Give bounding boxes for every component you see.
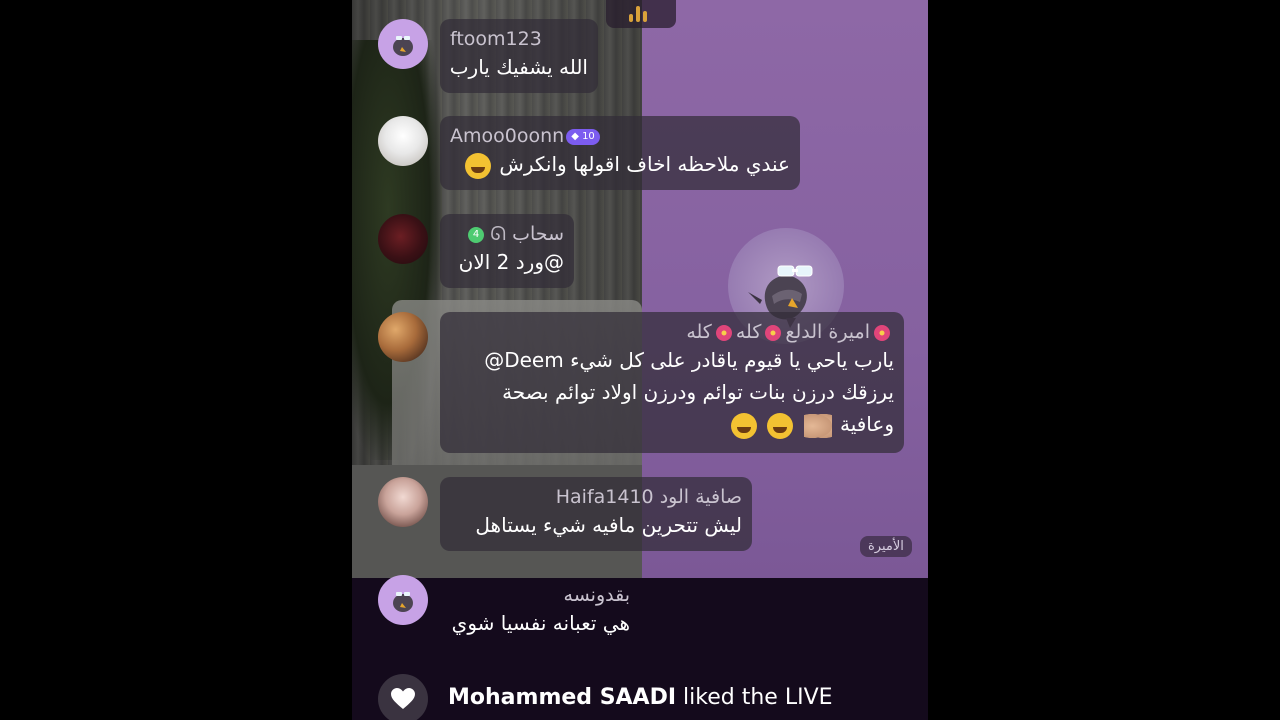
comment-bubble: صافية الود Haifa1410 ليش تتحرين مافيه شي… [440,477,752,551]
like-text-row: Mohammed SAADI liked the LIVE [448,685,833,710]
comment-message-line: يارب ياحي يا قيوم ياقادر على كل شيء Deem… [484,348,894,372]
comment-username-row: صافية الود Haifa1410 [450,485,742,509]
grinning-face-emoji-icon [730,412,757,439]
sound-bars-icon [629,6,653,22]
level-number: 10 [582,130,595,142]
praying-hands-icon [803,413,832,438]
comment-message: عندي ملاحظه اخاف اقولها وانكرش [499,152,790,176]
comment-message: ليش تتحرين مافيه شيء يستاهل [475,513,742,537]
comment-message: هي تعبانه نفسيا شوي [451,611,630,635]
avatar[interactable] [378,116,428,166]
avatar[interactable] [378,477,428,527]
comment-username-part[interactable]: اميرة الدلع [785,321,870,343]
comment-message-row: عندي ملاحظه اخاف اقولها وانكرش [450,148,790,180]
avatar[interactable] [378,312,428,362]
comment-username-suffix: صافية الود [659,486,742,508]
comment-username[interactable]: بقدونسه [450,583,630,607]
comment-username-row: سحاب ᘏ 4 [450,222,564,246]
comment-message: @ورد 2 الان [458,250,564,274]
comment-username-part[interactable]: كله [736,321,762,343]
comment-bubble: بقدونسه هي تعبانه نفسيا شوي [440,575,640,649]
comment-username[interactable]: سحاب [512,223,564,245]
hibiscus-icon [765,324,782,341]
swan-icon: ᘏ [490,223,507,245]
hibiscus-icon [715,324,732,341]
comment-username-part[interactable]: كله [686,321,712,343]
level-badge: ◆ 10 [566,128,600,145]
comment-bubble: ftoom123 الله يشفيك يارب [440,19,598,93]
eagle-avatar-icon [393,592,413,612]
sweat-smile-emoji-icon [465,152,492,179]
comment-username[interactable]: Amoo0oonn [450,125,564,147]
avatar[interactable] [378,214,428,264]
avatar[interactable] [378,575,428,625]
audio-indicator[interactable] [606,0,676,28]
eagle-avatar-icon [393,36,413,56]
level-badge: 4 [467,226,485,243]
shield-icon: ◆ [571,130,583,142]
heart-badge [378,674,428,720]
like-message: liked the LIVE [683,685,833,710]
comment-username-row: Amoo0oonn ◆ 10 [450,124,790,148]
comment-bubble: اميرة الدلع كله كله يارب ياحي يا قيوم ياقا… [440,312,904,453]
heart-icon [391,688,415,709]
comment-username-row: اميرة الدلع كله كله [450,320,894,344]
comment-username[interactable]: Haifa1410 [556,486,654,508]
hibiscus-icon [874,324,890,341]
comment-bubble: سحاب ᘏ 4 @ورد 2 الان [440,214,574,288]
comment-message-row: وعافية [450,408,894,440]
comment-username[interactable]: ftoom123 [450,27,588,51]
comment-bubble: Amoo0oonn ◆ 10 عندي ملاحظه اخاف اقولها وا… [440,116,800,190]
level-number: 4 [472,228,480,240]
smiling-face-emoji-icon [767,412,794,439]
host-name-tag: الأميرة [860,536,912,557]
comment-message-line: يرزقك درزن بنات توائم ودرزن اولاد توائم … [502,380,894,404]
comment-message: الله يشفيك يارب [449,55,588,79]
comment-message-line: وعافية [839,412,894,436]
live-stream-screen: الأميرة ftoom123 الله يشفيك يارب Amoo0oo… [352,0,928,720]
avatar[interactable] [378,19,428,69]
like-username[interactable]: Mohammed SAADI [448,685,676,710]
